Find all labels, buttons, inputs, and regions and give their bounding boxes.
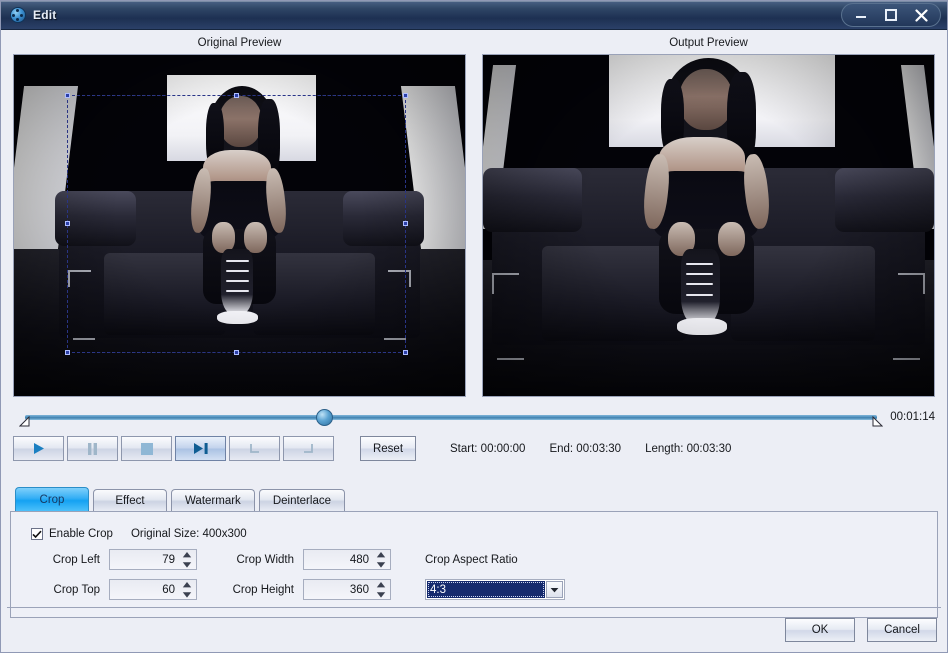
crop-handle-bottom-center[interactable]	[234, 350, 239, 355]
maximize-icon[interactable]	[876, 5, 906, 25]
original-preview-frame[interactable]	[13, 54, 466, 397]
original-preview-label: Original Preview	[197, 37, 282, 49]
enable-crop-label: Enable Crop	[49, 528, 113, 540]
crop-aspect-ratio-value: 4:3	[427, 581, 545, 598]
crop-left-spinner-arrows[interactable]	[182, 552, 192, 568]
crop-top-label: Crop Top	[53, 583, 100, 596]
window-title: Edit	[33, 8, 57, 22]
crop-aspect-ratio-label: Crop Aspect Ratio	[425, 553, 518, 566]
current-time-label: 00:01:14	[890, 411, 935, 423]
enable-crop-checkbox[interactable]	[31, 528, 43, 540]
crop-top-stepper[interactable]: 60	[109, 579, 197, 600]
transport-row: Reset Start: 00:00:00 End: 00:03:30 Leng…	[13, 436, 935, 461]
close-icon[interactable]	[906, 5, 936, 25]
crop-aspect-ratio-select[interactable]: 4:3	[425, 579, 565, 600]
timeline-row: 00:01:14	[13, 406, 935, 428]
length-time-label: Length: 00:03:30	[645, 442, 732, 455]
dialog-footer: OK Cancel	[785, 618, 937, 642]
crop-height-label: Crop Height	[232, 583, 294, 596]
crop-width-label: Crop Width	[236, 553, 294, 566]
start-time-label: Start: 00:00:00	[450, 442, 526, 455]
original-video-still	[14, 55, 465, 396]
crop-width-spinner-arrows[interactable]	[376, 552, 386, 568]
timeline-thumb[interactable]	[316, 409, 333, 426]
minimize-icon[interactable]	[846, 5, 876, 25]
crop-handle-top-left[interactable]	[65, 93, 70, 98]
crop-top-spinner-arrows[interactable]	[182, 582, 192, 598]
window-controls	[841, 3, 941, 27]
crop-height-spinner-arrows[interactable]	[376, 582, 386, 598]
set-end-icon[interactable]	[283, 436, 334, 461]
enable-crop-row: Enable Crop Original Size: 400x300	[11, 512, 937, 540]
aspect-ratio-combo-wrap: 4:3	[425, 579, 565, 600]
tab-strip: Crop Effect Watermark Deinterlace	[15, 487, 947, 511]
crop-width-stepper[interactable]: 480	[303, 549, 391, 570]
tab-deinterlace[interactable]: Deinterlace	[258, 489, 345, 511]
chevron-down-icon[interactable]	[546, 581, 563, 598]
set-start-icon[interactable]	[229, 436, 280, 461]
output-video-still	[483, 55, 934, 396]
output-preview-frame	[482, 54, 935, 397]
tab-watermark[interactable]: Watermark	[171, 489, 255, 511]
film-reel-icon	[10, 7, 26, 23]
crop-handle-middle-right[interactable]	[403, 221, 408, 226]
crop-handle-middle-left[interactable]	[65, 221, 70, 226]
tab-crop[interactable]: Crop	[15, 487, 89, 511]
crop-handle-bottom-left[interactable]	[65, 350, 70, 355]
ok-button[interactable]: OK	[785, 618, 855, 642]
output-preview-column: Output Preview	[482, 35, 935, 397]
stop-icon[interactable]	[121, 436, 172, 461]
output-preview-label: Output Preview	[669, 37, 748, 49]
crop-handle-top-center[interactable]	[234, 93, 239, 98]
aspect-ratio-label-wrap: Crop Aspect Ratio	[425, 554, 518, 566]
crop-handle-bottom-right[interactable]	[403, 350, 408, 355]
original-size-label: Original Size: 400x300	[130, 528, 247, 540]
title-bar: Edit	[1, 1, 947, 30]
pause-icon[interactable]	[67, 436, 118, 461]
timeline-slider[interactable]	[13, 406, 884, 429]
trim-start-marker[interactable]	[19, 416, 31, 429]
crop-row-1: Crop Left 79 Crop Width 480 Crop Aspect …	[11, 549, 937, 570]
play-icon[interactable]	[13, 436, 64, 461]
trim-end-marker[interactable]	[871, 416, 884, 429]
end-time-label: End: 00:03:30	[549, 442, 622, 455]
next-frame-icon[interactable]	[175, 436, 226, 461]
crop-left-label: Crop Left	[52, 553, 100, 566]
edit-dialog-window: Edit Original Preview Output Preview 00:…	[0, 0, 948, 653]
trim-times: Start: 00:00:00 End: 00:03:30 Length: 00…	[450, 443, 731, 455]
cancel-button[interactable]: Cancel	[867, 618, 937, 642]
footer-separator	[7, 607, 941, 608]
crop-tab-panel: Enable Crop Original Size: 400x300 Crop …	[10, 511, 938, 618]
preview-area: Original Preview Output Preview	[1, 30, 947, 397]
crop-left-stepper[interactable]: 79	[109, 549, 197, 570]
crop-height-stepper[interactable]: 360	[303, 579, 391, 600]
reset-button[interactable]: Reset	[360, 436, 416, 461]
tab-effect[interactable]: Effect	[93, 489, 167, 511]
crop-handle-top-right[interactable]	[403, 93, 408, 98]
transport-buttons	[13, 436, 337, 461]
timeline-track[interactable]	[25, 415, 878, 420]
crop-row-2: Crop Top 60 Crop Height 360 4:3	[11, 579, 937, 600]
original-preview-column: Original Preview	[13, 35, 466, 397]
